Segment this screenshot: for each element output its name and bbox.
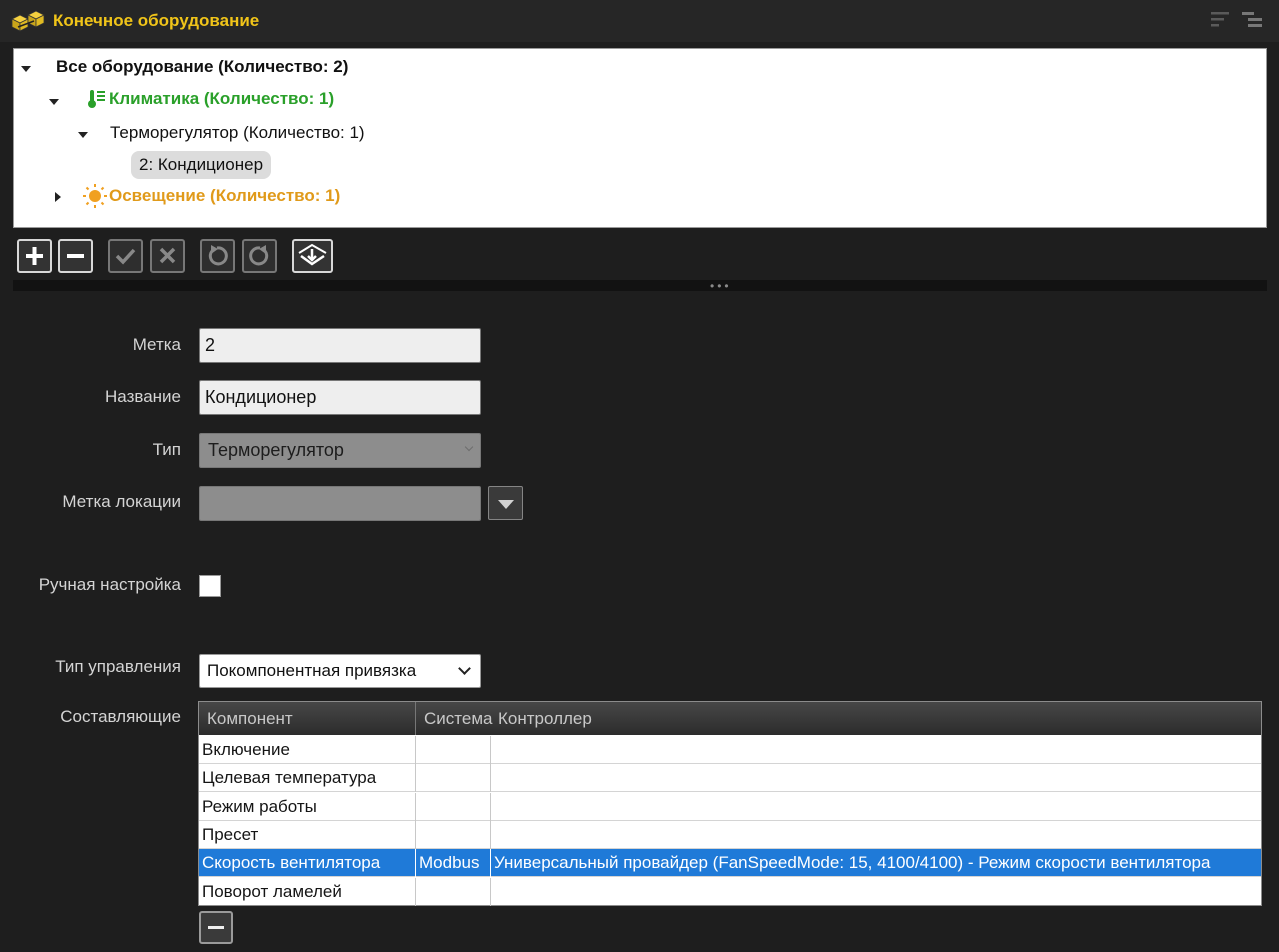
location-label: Метка локации bbox=[62, 492, 181, 511]
table-row-selected[interactable]: Скорость вентилятора Modbus Универсальны… bbox=[199, 849, 1261, 877]
cell-system bbox=[416, 793, 490, 821]
col-system[interactable]: Система bbox=[416, 702, 492, 735]
type-label: Тип bbox=[152, 440, 181, 459]
equipment-cubes-icon bbox=[11, 10, 45, 32]
cell-controller bbox=[491, 764, 1259, 792]
add-icon bbox=[26, 247, 43, 265]
apply-button[interactable] bbox=[108, 239, 143, 273]
table-row[interactable]: Поворот ламелей bbox=[199, 878, 1261, 906]
tag-input[interactable]: 2 bbox=[199, 328, 481, 363]
remove-binding-button[interactable] bbox=[199, 911, 233, 944]
control-type-label: Тип управления bbox=[55, 657, 181, 676]
cell-controller: Универсальный провайдер (FanSpeedMode: 1… bbox=[494, 853, 1211, 872]
tree-thermo-item[interactable]: 2: Кондиционер bbox=[131, 151, 272, 179]
location-dropdown-button[interactable] bbox=[488, 486, 523, 520]
redo-button[interactable] bbox=[242, 239, 277, 273]
sort-icon[interactable] bbox=[1208, 8, 1232, 32]
cell-system bbox=[416, 764, 490, 792]
cell-system bbox=[416, 736, 490, 764]
name-label: Название bbox=[105, 387, 181, 406]
cancel-icon bbox=[159, 247, 176, 264]
col-controller[interactable]: Контроллер bbox=[490, 702, 592, 735]
cell-system bbox=[416, 821, 490, 849]
table-row[interactable]: Пресет bbox=[199, 821, 1261, 849]
equipment-tree: Все оборудование (Количество: 2) Климати… bbox=[13, 48, 1267, 228]
cancel-button[interactable] bbox=[150, 239, 185, 273]
triangle-down-icon bbox=[498, 500, 514, 509]
cell-system: Modbus bbox=[419, 853, 480, 872]
table-row[interactable]: Целевая температура bbox=[199, 764, 1261, 792]
cell-system bbox=[416, 878, 490, 906]
remove-button[interactable] bbox=[58, 239, 93, 273]
thermometer-icon bbox=[88, 90, 105, 108]
tree-climate[interactable]: Климатика (Количество: 1) bbox=[109, 86, 334, 112]
expand-icon[interactable] bbox=[21, 66, 31, 72]
cell-controller bbox=[491, 736, 1259, 764]
control-type-select[interactable]: Покомпонентная привязка bbox=[199, 654, 481, 688]
tree-root[interactable]: Все оборудование (Количество: 2) bbox=[56, 54, 348, 80]
cell-controller bbox=[491, 821, 1259, 849]
table-row[interactable]: Режим работы bbox=[199, 793, 1261, 821]
tree-lighting[interactable]: Освещение (Количество: 1) bbox=[109, 183, 340, 209]
cell-controller bbox=[491, 878, 1259, 906]
control-type-value: Покомпонентная привязка bbox=[207, 661, 417, 680]
tag-label: Метка bbox=[132, 335, 181, 354]
panel-splitter[interactable]: ••• bbox=[13, 279, 1267, 293]
table-row[interactable]: Включение bbox=[199, 736, 1261, 764]
location-input[interactable] bbox=[199, 486, 481, 521]
expand-icon[interactable] bbox=[78, 132, 88, 138]
cell-component: Режим работы bbox=[202, 797, 317, 816]
type-select[interactable]: Терморегулятор bbox=[199, 433, 481, 468]
cell-component: Пресет bbox=[202, 825, 259, 844]
cell-component: Поворот ламелей bbox=[202, 882, 342, 901]
undo-icon bbox=[208, 245, 228, 266]
redo-icon bbox=[249, 245, 269, 266]
name-input[interactable]: Кондиционер bbox=[199, 380, 481, 415]
tree-thermo-group[interactable]: Терморегулятор (Количество: 1) bbox=[110, 120, 365, 146]
table-header: Компонент Система Контроллер bbox=[199, 702, 1261, 735]
sun-icon bbox=[83, 184, 107, 208]
tree-collapse-icon[interactable] bbox=[1240, 8, 1264, 32]
add-button[interactable] bbox=[17, 239, 52, 273]
splitter-grip-icon: ••• bbox=[710, 279, 732, 293]
import-button[interactable] bbox=[292, 239, 333, 273]
chevron-down-icon bbox=[458, 662, 471, 675]
expand-icon[interactable] bbox=[49, 99, 59, 105]
manual-label: Ручная настройка bbox=[38, 575, 181, 594]
components-table: Компонент Система Контроллер Включение Ц… bbox=[198, 701, 1262, 906]
chevron-down-icon bbox=[464, 442, 474, 452]
window-header: Конечное оборудование bbox=[0, 0, 1279, 42]
import-icon bbox=[298, 243, 327, 266]
cell-controller bbox=[491, 793, 1259, 821]
components-label: Составляющие bbox=[60, 707, 181, 726]
header-title: Конечное оборудование bbox=[53, 11, 260, 30]
undo-button[interactable] bbox=[200, 239, 235, 273]
cell-component: Целевая температура bbox=[202, 768, 377, 787]
cell-component: Включение bbox=[202, 740, 290, 759]
apply-icon bbox=[115, 248, 136, 265]
collapse-icon[interactable] bbox=[55, 192, 61, 202]
cell-component: Скорость вентилятора bbox=[202, 853, 381, 872]
remove-icon bbox=[67, 254, 84, 258]
col-component[interactable]: Компонент bbox=[199, 702, 415, 735]
type-select-value: Терморегулятор bbox=[208, 440, 344, 460]
manual-checkbox[interactable] bbox=[199, 575, 221, 597]
